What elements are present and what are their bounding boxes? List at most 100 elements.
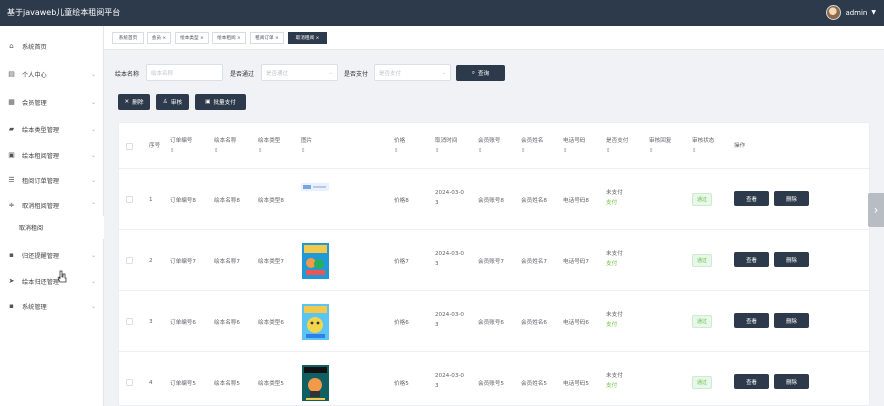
book-image (301, 291, 330, 352)
row-checkbox[interactable] (126, 169, 133, 230)
select-all-checkbox[interactable] (126, 123, 133, 169)
column-audit-status[interactable]: 审核状态 ⇕ (692, 123, 714, 169)
pay-link[interactable]: 支付 (606, 383, 617, 389)
delete-button[interactable]: 删除 (774, 313, 809, 328)
row-phone: 电话号码8 (563, 197, 589, 204)
row-checkbox[interactable] (126, 230, 133, 291)
column-paid[interactable]: 是否支付 ⇕ (606, 123, 628, 169)
row-cancel-time: 2024-03-0 3 (435, 251, 464, 267)
sidebar-item-book-rental[interactable]: ▣ 绘本租阅管理 ⌄ (0, 141, 104, 169)
audit-button[interactable]: ♙ 审核 (156, 94, 189, 110)
sidebar-item-orders[interactable]: ☰ 租阅订单管理 ⌄ (0, 166, 104, 194)
view-button[interactable]: 查看 (734, 252, 769, 267)
user-icon: ♙ (162, 99, 168, 105)
column-member-no[interactable]: 会员账号 ⇕ (478, 123, 500, 169)
column-order-no[interactable]: 订单编号 ⇕ (170, 123, 192, 169)
book-image (301, 169, 329, 230)
pay-link[interactable]: 支付 (606, 261, 617, 267)
bulk-delete-button[interactable]: ✕ 删除 (118, 94, 150, 110)
view-button[interactable]: 查看 (734, 191, 769, 206)
pay-link[interactable]: 支付 (606, 200, 617, 206)
row-price: 价格6 (394, 319, 409, 326)
row-paid: 未支付 支付 (606, 312, 623, 328)
row-book-name: 绘本名称8 (214, 197, 240, 204)
row-member-no: 会员账号5 (478, 380, 504, 387)
sidebar-item-cancel-rental[interactable]: ≑ 取消租阅管理 ⌃ (0, 191, 104, 219)
home-icon: ⌂ (9, 42, 14, 50)
row-order-no: 订单编号6 (170, 319, 196, 326)
chevron-down-icon: ⌄ (91, 176, 97, 184)
app-title: 基于javaweb儿童绘本租阅平台 (7, 8, 121, 17)
username[interactable]: admin (845, 9, 867, 17)
table-header: 序号 订单编号 ⇕ 绘本名称 ⇕ 绘本类型 ⇕ 图片 ⇕ 价格 ⇕ 取消时间 ⇕ 会员账号 ⇕… (119, 123, 869, 169)
chevron-down-icon: ⌄ (91, 98, 97, 106)
row-index: 1 (149, 196, 153, 203)
tab-cancel-rental[interactable]: 取消租阅 × (288, 32, 327, 44)
table-row: 2 订单编号7 绘本名称7 绘本类型7 价格7 2024-03-0 3 会员账号7… (119, 230, 869, 291)
sidebar-item-book-types[interactable]: ▰ 绘本类型管理 ⌄ (0, 115, 104, 143)
row-phone: 电话号码6 (563, 319, 589, 326)
book-name-input[interactable]: 绘本名称 (146, 64, 223, 81)
paid-select[interactable]: 是否支付 ⌄ (374, 64, 451, 81)
action-toolbar: ✕ 删除 ♙ 审核 ▣ 批量支付 (104, 92, 884, 114)
search-form: 绘本名称 绘本名称 是否通过 是否通过 ⌄ 是否支付 是否支付 ⌄ ⌕ 查询 (104, 60, 884, 86)
tab-book-rental[interactable]: 绘本租阅 × (212, 32, 246, 44)
stack-icon: ▰ (8, 125, 15, 133)
sidebar-item-members[interactable]: ▦ 会员管理 ⌄ (0, 88, 104, 116)
row-member-no: 会员账号7 (478, 258, 504, 265)
column-book-type[interactable]: 绘本类型 ⇕ (258, 123, 280, 169)
book-image (301, 230, 330, 291)
delete-button[interactable]: 删除 (774, 252, 809, 267)
row-cancel-time: 2024-03-0 3 (435, 312, 464, 328)
view-button[interactable]: 查看 (734, 313, 769, 328)
tab-home[interactable]: 系统首页 (112, 32, 144, 44)
column-price[interactable]: 价格 ⇕ (394, 123, 405, 169)
column-operation: 操作 (734, 143, 746, 149)
row-audit-status: 通过 (692, 169, 712, 230)
sidebar-item-system[interactable]: ▪ 系统管理 ⌄ (0, 292, 104, 320)
delete-button[interactable]: 删除 (774, 191, 809, 206)
column-cancel-time[interactable]: 取消时间 ⇕ (435, 123, 457, 169)
row-order-no: 订单编号7 (170, 258, 196, 265)
grid-icon: ▪ (9, 251, 14, 259)
column-member-name[interactable]: 会员姓名 ⇕ (521, 123, 543, 169)
top-navigation-bar: 基于javaweb儿童绘本租阅平台 admin ▼ (0, 0, 884, 26)
column-phone[interactable]: 电话号码 ⇕ (563, 123, 585, 169)
sidebar-item-return-reminder[interactable]: ▪ 归还提醒管理 ⌄ (0, 241, 104, 269)
column-audit-reply[interactable]: 审核回复 ⇕ (649, 123, 671, 169)
row-checkbox[interactable] (126, 291, 133, 352)
row-book-name: 绘本名称7 (214, 258, 240, 265)
user-menu[interactable]: admin ▼ (826, 5, 876, 20)
status-badge: 通过 (692, 254, 712, 267)
sidebar-item-book-return[interactable]: ➤ 绘本归还管理 ⌄ (0, 267, 104, 295)
sidebar-subitem-cancel-rental[interactable]: 取消租阅 (0, 216, 104, 239)
query-button[interactable]: ⌕ 查询 (456, 65, 505, 81)
view-button[interactable]: 查看 (734, 374, 769, 389)
wallet-icon: ▣ (205, 99, 211, 105)
row-order-no: 订单编号8 (170, 197, 196, 204)
sidebar-item-home[interactable]: ⌂ 系统首页 (0, 32, 104, 60)
row-book-name: 绘本名称5 (214, 380, 240, 387)
pay-link[interactable]: 支付 (606, 322, 617, 328)
chevron-down-icon[interactable]: ▼ (871, 9, 876, 16)
filter-icon: ≑ (8, 201, 15, 209)
row-price: 价格7 (394, 258, 409, 265)
chevron-right-icon[interactable]: › (868, 193, 884, 227)
tab-members[interactable]: 会员 × (147, 32, 171, 44)
sidebar-item-profile[interactable]: ▤ 个人中心 ⌄ (0, 60, 104, 88)
tab-book-types[interactable]: 绘本类型 × (175, 32, 209, 44)
pass-select[interactable]: 是否通过 ⌄ (261, 64, 338, 81)
row-checkbox[interactable] (126, 352, 133, 405)
monitor-icon: ▤ (8, 70, 15, 78)
row-cancel-time: 2024-03-0 3 (435, 190, 464, 206)
grid-icon: ▪ (9, 302, 14, 310)
column-book-name[interactable]: 绘本名称 ⇕ (214, 123, 236, 169)
row-member-name: 会员姓名5 (521, 380, 547, 387)
tab-orders[interactable]: 租阅订单 × (250, 32, 284, 44)
send-icon: ➤ (8, 277, 15, 285)
column-image[interactable]: 图片 ⇕ (301, 123, 312, 169)
chevron-down-icon: ⌄ (91, 251, 97, 259)
avatar[interactable] (826, 5, 842, 20)
batch-pay-button[interactable]: ▣ 批量支付 (195, 94, 246, 110)
delete-button[interactable]: 删除 (774, 374, 809, 389)
